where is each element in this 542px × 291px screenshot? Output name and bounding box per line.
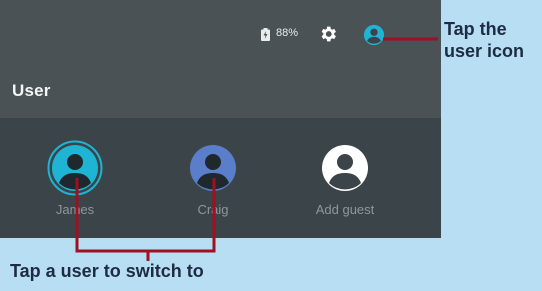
callout-switch-user: Tap a user to switch to (10, 261, 204, 281)
callout-user-icon: Tap the user icon (444, 18, 542, 62)
callout-bracket (75, 178, 216, 253)
callout-line-2: user icon (444, 41, 525, 61)
callout-line-1: Tap the (444, 19, 507, 39)
